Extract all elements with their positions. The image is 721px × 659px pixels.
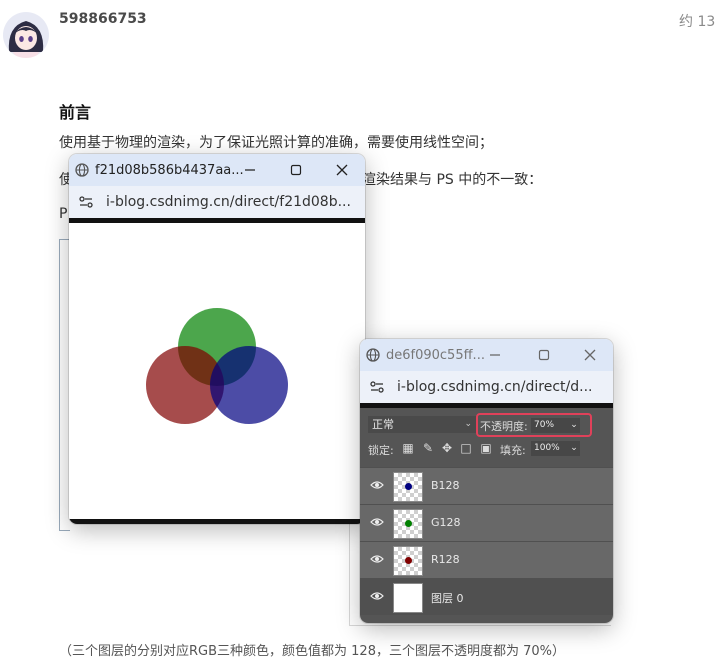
image-caption: （三个图层的分别对应RGB三种颜色，颜色值都为 128，三个图层不透明度都为 7…: [59, 644, 565, 659]
popup-url: i-blog.csdnimg.cn/direct/f21d08b...: [106, 194, 351, 210]
rgb-circles-drawing: [146, 308, 288, 424]
chevron-down-icon: ⌄: [570, 443, 578, 453]
fill-dropdown[interactable]: ⌄: [568, 441, 580, 456]
rgb-circles-image: [69, 223, 365, 519]
site-settings-icon: [370, 381, 384, 393]
popup-title: f21d08b586b4437aa...: [95, 162, 244, 178]
layer-row[interactable]: 图层 0: [360, 578, 613, 615]
minimize-button[interactable]: [227, 154, 273, 186]
paragraph-2-end: 中的渲染结果与 PS 中的不一致：: [334, 172, 543, 188]
popup-title: de6f090c55ff...: [386, 347, 485, 363]
photoshop-layers-panel: 正常 ⌄ 不透明度: 70% ⌄ 锁定: ▦ ✎ ✥ □ ▣ 填充: 100%: [360, 408, 613, 623]
layer-thumbnail: [393, 546, 423, 576]
blue-circle: [210, 346, 288, 424]
opacity-value: 70%: [534, 420, 555, 430]
eye-icon[interactable]: [370, 517, 384, 527]
lock-move-icon[interactable]: ✥: [441, 442, 453, 454]
blend-mode-value: 正常: [372, 418, 394, 431]
site-settings-icon: [79, 196, 93, 208]
popup-url-bar[interactable]: i-blog.csdnimg.cn/direct/f21d08b...: [69, 186, 365, 218]
image-popup-window[interactable]: f21d08b586b4437aa... i-blog.csdnimg.cn/d…: [69, 154, 365, 524]
layer-name: B128: [431, 479, 460, 492]
close-button[interactable]: [319, 154, 365, 186]
fill-field[interactable]: 100%: [531, 441, 568, 456]
popup-titlebar[interactable]: f21d08b586b4437aa...: [69, 154, 365, 186]
image-frame-bottom: [349, 625, 611, 626]
layer-color-dot: [405, 557, 412, 564]
opacity-field[interactable]: 70%: [531, 418, 568, 433]
layer-color-dot: [405, 520, 412, 527]
close-button[interactable]: [567, 339, 613, 371]
layer-row[interactable]: G128: [360, 504, 613, 541]
minimize-icon: [245, 169, 255, 171]
maximize-button[interactable]: [273, 154, 319, 186]
layer-row[interactable]: R128: [360, 541, 613, 578]
layer-thumbnail: [393, 583, 423, 613]
popup-url-bar[interactable]: i-blog.csdnimg.cn/direct/d...: [360, 371, 613, 403]
maximize-icon: [290, 164, 302, 176]
blend-mode-select[interactable]: 正常 ⌄: [368, 416, 476, 433]
image-bottom-border: [69, 519, 365, 524]
popup-titlebar[interactable]: de6f090c55ff...: [360, 339, 613, 371]
globe-icon: [75, 163, 89, 177]
minimize-button[interactable]: [472, 339, 518, 371]
lock-row: 锁定: ▦ ✎ ✥ □ ▣ 填充: 100% ⌄: [360, 438, 613, 460]
paragraph-3-start: P: [59, 206, 68, 222]
lock-label: 锁定:: [368, 444, 394, 457]
minimize-icon: [490, 354, 500, 356]
eye-icon[interactable]: [370, 480, 384, 490]
layer-name: G128: [431, 516, 461, 529]
lock-transparent-icon[interactable]: ▦: [402, 442, 414, 454]
section-heading: 前言: [59, 103, 92, 122]
avatar-image-icon: [8, 21, 44, 52]
lock-artboard-icon[interactable]: □: [460, 442, 472, 454]
eye-icon[interactable]: [370, 554, 384, 564]
photoshop-popup-window[interactable]: de6f090c55ff... i-blog.csdnimg.cn/direct…: [360, 339, 613, 623]
opacity-label: 不透明度:: [480, 420, 528, 433]
layer-thumbnail: [393, 472, 423, 502]
layer-name: R128: [431, 553, 460, 566]
close-icon: [584, 349, 596, 361]
popup-url: i-blog.csdnimg.cn/direct/d...: [397, 379, 593, 395]
layer-row[interactable]: B128: [360, 467, 613, 504]
layer-thumbnail: [393, 509, 423, 539]
fill-value: 100%: [534, 443, 560, 453]
post-date: 约 13: [679, 14, 716, 30]
author-name[interactable]: 598866753: [59, 11, 147, 27]
layer-color-dot: [405, 483, 412, 490]
blend-row: 正常 ⌄ 不透明度: 70% ⌄: [360, 412, 613, 437]
lock-all-icon[interactable]: ▣: [480, 442, 492, 454]
author-avatar[interactable]: [3, 12, 49, 58]
close-icon: [336, 164, 348, 176]
maximize-button[interactable]: [521, 339, 567, 371]
fill-label: 填充:: [500, 444, 526, 457]
globe-icon: [366, 348, 380, 362]
chevron-down-icon: ⌄: [570, 420, 578, 430]
opacity-dropdown[interactable]: ⌄: [568, 418, 580, 433]
eye-icon[interactable]: [370, 591, 384, 601]
lock-brush-icon[interactable]: ✎: [422, 442, 434, 454]
maximize-icon: [538, 349, 550, 361]
paragraph-1: 使用基于物理的渲染，为了保证光照计算的准确，需要使用线性空间；: [59, 135, 493, 151]
layer-name: 图层 0: [431, 592, 464, 605]
chevron-down-icon: ⌄: [464, 419, 472, 429]
